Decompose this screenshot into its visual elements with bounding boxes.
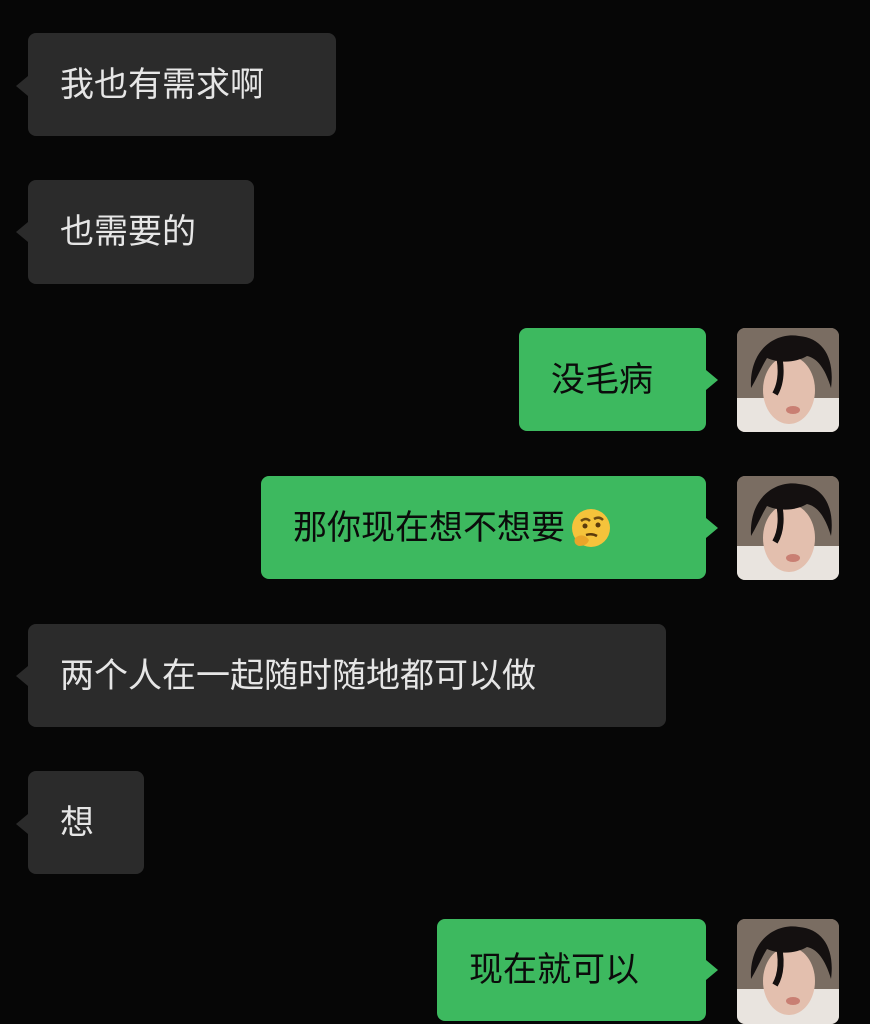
message-bubble[interactable]: 我也有需求啊	[28, 33, 336, 136]
message-text: 我也有需求啊	[60, 64, 264, 105]
message-text: 没毛病	[551, 359, 653, 400]
message-text: 也需要的	[60, 212, 196, 252]
message-text: 两个人在一起随时随地都可以做	[60, 655, 536, 696]
bubble-tail	[16, 222, 28, 242]
bubble-tail	[16, 76, 28, 96]
message-bubble[interactable]: 那你现在想不想要	[261, 476, 706, 579]
avatar[interactable]	[737, 476, 839, 580]
user-avatar-photo	[737, 328, 839, 432]
thinking-face-emoji-icon	[569, 506, 613, 550]
bubble-tail	[706, 370, 718, 390]
message-bubble[interactable]: 两个人在一起随时随地都可以做	[28, 624, 666, 727]
message-bubble[interactable]: 没毛病	[519, 328, 706, 431]
bubble-tail	[706, 518, 718, 538]
message-text: 想	[60, 802, 94, 843]
chat-window: 我也有需求啊 也需要的 没毛病 那你现在想不想要 两个人在一起随时随地都可以做 …	[0, 0, 870, 1024]
avatar[interactable]	[737, 919, 839, 1024]
message-text: 现在就可以	[469, 950, 639, 990]
message-bubble[interactable]: 也需要的	[28, 180, 254, 284]
bubble-tail	[706, 960, 718, 980]
user-avatar-photo	[737, 919, 839, 1024]
message-bubble[interactable]: 想	[28, 771, 144, 874]
message-bubble[interactable]: 现在就可以	[437, 919, 706, 1021]
avatar[interactable]	[737, 328, 839, 432]
message-text: 那你现在想不想要	[293, 507, 565, 548]
user-avatar-photo	[737, 476, 839, 580]
bubble-tail	[16, 814, 28, 834]
bubble-tail	[16, 666, 28, 686]
